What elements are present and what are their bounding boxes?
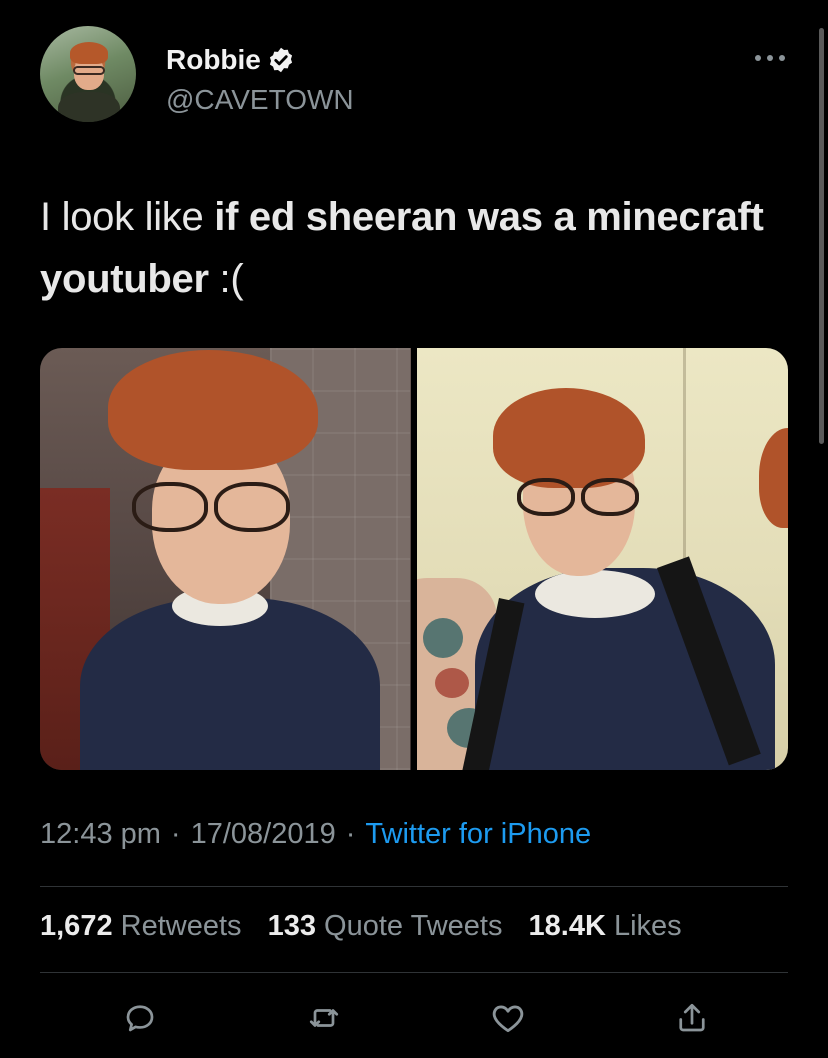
tweet-date: 17/08/2019 (190, 818, 336, 850)
tweet-text-plain: I look like (40, 195, 215, 239)
retweets-label: Retweets (120, 910, 242, 942)
likes-count: 18.4K (528, 910, 606, 942)
retweet-icon (309, 1009, 339, 1027)
meta-separator: · (170, 818, 181, 850)
photo-2-background-person-hair (759, 428, 788, 528)
photo-1[interactable] (40, 348, 411, 770)
divider-top (40, 886, 788, 887)
photo-2-tattoo (423, 618, 463, 658)
tweet-source-link[interactable]: Twitter for iPhone (365, 818, 591, 850)
quote-tweets-label: Quote Tweets (324, 910, 503, 942)
avatar[interactable] (40, 26, 136, 122)
like-button[interactable] (486, 996, 530, 1040)
like-icon (492, 1005, 524, 1033)
avatar-hair (70, 42, 108, 64)
photo-2-collar (535, 570, 655, 618)
author-handle[interactable]: @CAVETOWN (166, 84, 354, 116)
photo-2[interactable] (417, 348, 788, 770)
photo-1-glasses (132, 482, 290, 532)
retweets-stat[interactable]: 1,672 Retweets (40, 910, 242, 942)
share-button[interactable] (670, 996, 714, 1040)
tweet-media-grid (40, 348, 788, 770)
photo-1-glasses-left-lens (132, 482, 208, 532)
tweet-stats: 1,672 Retweets 133 Quote Tweets 18.4K Li… (40, 910, 700, 943)
meta-separator-2: · (345, 818, 356, 850)
photo-2-glasses-left-lens (517, 478, 575, 516)
tweet-text-tail: :( (208, 257, 244, 301)
scrollbar[interactable] (819, 28, 824, 444)
retweets-count: 1,672 (40, 910, 113, 942)
reply-icon (126, 1005, 154, 1032)
author-name-row[interactable]: Robbie (166, 44, 295, 76)
quote-tweets-count: 133 (267, 910, 316, 942)
photo-2-tattoo-red (435, 668, 469, 698)
photo-2-glasses (517, 478, 639, 516)
more-options-icon[interactable] (752, 48, 788, 68)
photo-2-glasses-right-lens (581, 478, 639, 516)
tweet-time: 12:43 pm (40, 818, 161, 850)
tweet-detail: Robbie @CAVETOWN I look like if ed sheer… (0, 0, 828, 1058)
likes-label: Likes (613, 910, 682, 942)
photo-1-glasses-right-lens (214, 482, 290, 532)
verified-badge-icon (269, 47, 292, 73)
reply-button[interactable] (118, 996, 162, 1040)
tweet-meta: 12:43 pm · 17/08/2019 · Twitter for iPhone (40, 818, 591, 851)
photo-2-hair (493, 388, 645, 488)
divider-bottom (40, 972, 788, 973)
avatar-glasses (73, 66, 105, 75)
author-display-name[interactable]: Robbie (166, 44, 261, 76)
quote-tweets-stat[interactable]: 133 Quote Tweets (268, 910, 503, 942)
tweet-actions (40, 996, 788, 1040)
share-icon (679, 1003, 705, 1032)
avatar-torso (58, 92, 120, 122)
retweet-button[interactable] (302, 996, 346, 1040)
tweet-text: I look like if ed sheeran was a minecraf… (40, 186, 800, 310)
photo-1-hair (108, 350, 318, 470)
likes-stat[interactable]: 18.4K Likes (529, 910, 682, 942)
